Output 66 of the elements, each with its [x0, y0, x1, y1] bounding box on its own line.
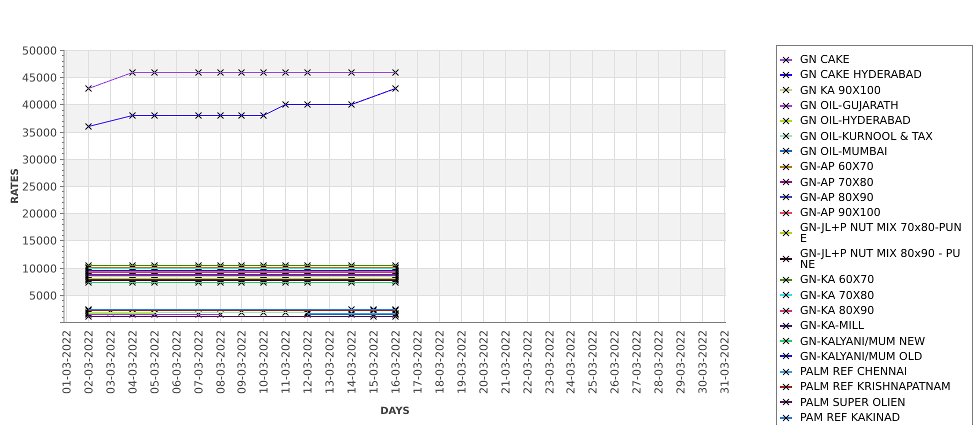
y-tick-label: 45000 [22, 72, 57, 84]
x-tick-label: 23-03-2022 [544, 330, 556, 394]
x-tick-label: 07-03-2022 [192, 330, 206, 394]
y-tick-label: 5000 [29, 290, 57, 302]
x-tick-label: 03-03-2022 [104, 330, 118, 394]
x-tick-label: 21-03-2022 [500, 330, 512, 394]
legend-label: GN OIL-KURNOOL & TAX [800, 128, 934, 144]
x-tick-label: 26-03-2022 [608, 330, 622, 394]
legend-label: GN-AP 70X80 [800, 174, 875, 190]
x-tick-label: 13-03-2022 [324, 330, 336, 394]
legend-label: GN-KA-MILL [800, 318, 865, 334]
x-axis-label: DAYS [380, 406, 410, 417]
legend-label: GN-KALYANI/MUM NEW [800, 334, 926, 349]
y-tick-label: 50000 [22, 44, 57, 58]
legend-label: GN OIL-GUJARATH [800, 98, 900, 114]
x-tick-label: 10-03-2022 [258, 330, 270, 394]
x-tick-label: 15-03-2022 [368, 330, 380, 394]
legend-label: GN CAKE [800, 52, 851, 68]
y-tick-label: 10000 [22, 262, 57, 276]
x-tick-label: 30-03-2022 [696, 330, 710, 394]
legend-label: GN KA 90X100 [800, 82, 882, 98]
x-tick-label: 12-03-2022 [302, 330, 314, 394]
y-tick-label: 20000 [22, 208, 57, 220]
x-tick-label: 24-03-2022 [564, 330, 578, 394]
x-tick-label: 27-03-2022 [630, 330, 644, 394]
legend-label: GN-JL+P NUT MIX 70x80-PUNE [800, 220, 963, 246]
legend-label: GN OIL-HYDERABAD [800, 113, 912, 128]
legend-label: GN-AP 90X100 [800, 205, 882, 220]
legend-label: GN CAKE HYDERABAD [800, 67, 923, 82]
x-tick-label: 06-03-2022 [170, 330, 184, 394]
x-tick-label: 18-03-2022 [434, 330, 446, 394]
x-tick-label: 31-03-2022 [718, 330, 732, 394]
legend-label: GN-AP 60X70 [800, 159, 875, 174]
y-tick-label: 35000 [22, 126, 57, 140]
x-tick-label: 20-03-2022 [478, 330, 490, 394]
legend-label: GN-KA 60X70 [800, 272, 876, 288]
x-tick-label: 01-03-2022 [60, 330, 74, 394]
x-tick-label: 16-03-2022 [390, 330, 402, 394]
x-tick-label: 17-03-2022 [412, 330, 424, 394]
x-tick-label: 09-03-2022 [236, 330, 248, 394]
legend-label: PALM REF CHENNAI [800, 364, 908, 380]
x-tick-label: 08-03-2022 [214, 330, 228, 394]
x-tick-label: 11-03-2022 [280, 330, 292, 394]
x-tick-label: 19-03-2022 [456, 330, 468, 394]
legend-label: PALM REF KRISHNAPATNAM [800, 379, 952, 394]
y-tick-label: 30000 [22, 154, 57, 166]
y-tick-label: 15000 [22, 234, 57, 248]
x-tick-label: 25-03-2022 [586, 330, 600, 394]
x-tick-label: 28-03-2022 [652, 330, 666, 394]
legend-label: GN-KALYANI/MUM OLD [800, 348, 924, 364]
legend-label: GN OIL-MUMBAI [800, 144, 888, 159]
y-tick-label: 40000 [22, 98, 57, 112]
legend-label: GN-KA 80X90 [800, 303, 876, 318]
legend-label: GN-KA 70X80 [800, 288, 876, 303]
x-tick-label: 29-03-2022 [674, 330, 688, 394]
legend-label: GN-JL+P NUT MIX 80x90 - PUNE [800, 246, 962, 272]
x-tick-label: 05-03-2022 [148, 330, 162, 394]
x-tick-label: 02-03-2022 [82, 330, 96, 394]
legend-label: GN-AP 80X90 [800, 190, 875, 205]
y-tick-label: 25000 [22, 180, 57, 194]
y-axis-label: RATES [10, 168, 21, 204]
x-tick-label: 22-03-2022 [522, 330, 534, 394]
legend-label: PALM SUPER OLIEN [800, 394, 907, 410]
x-tick-label: 14-03-2022 [346, 330, 358, 394]
x-tick-label: 04-03-2022 [126, 330, 140, 394]
legend-label: PAM REF KAKINAD [800, 410, 902, 426]
